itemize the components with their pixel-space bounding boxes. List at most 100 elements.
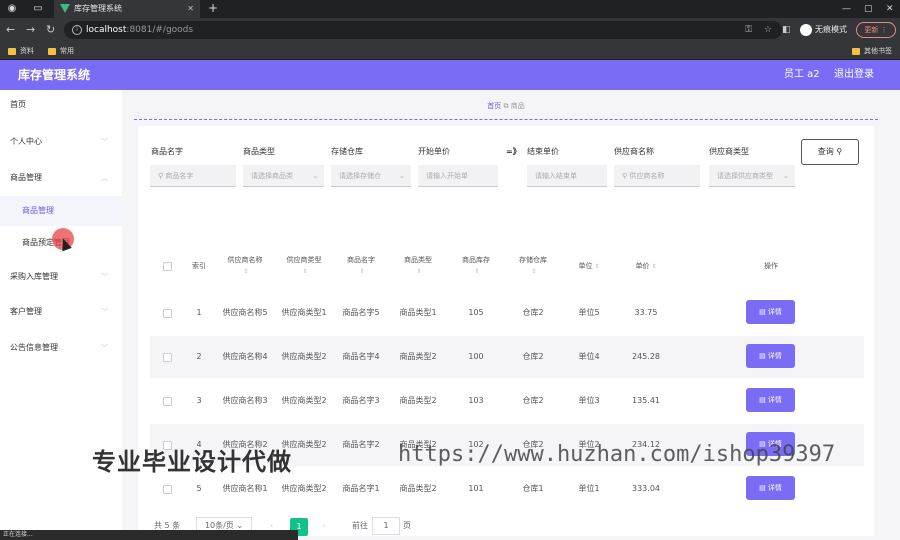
search-icon: ⚲ — [836, 147, 843, 156]
maximize-icon[interactable]: ▢ — [864, 0, 873, 18]
other-bookmarks[interactable]: 其他书签 — [852, 45, 892, 57]
sidebar-item-personal[interactable]: 个人中心 ﹀ — [0, 127, 122, 157]
sidebar-item-notice[interactable]: 公告信息管理 ﹀ — [0, 333, 122, 363]
sort-icon[interactable]: ⇕ — [416, 266, 421, 277]
sort-icon[interactable]: ⇕ — [302, 266, 307, 277]
site-info-icon[interactable]: i — [72, 25, 82, 35]
sort-icon[interactable]: ⇕ — [359, 266, 364, 277]
cell-goods-type: 商品类型2 — [399, 352, 437, 361]
cell-stock: 105 — [468, 308, 484, 317]
goods-name-placeholder: 商品名字 — [165, 172, 194, 180]
query-label: 查询 — [817, 147, 834, 156]
app-title: 库存管理系统 — [18, 68, 91, 82]
browser-tab[interactable]: 库存管理系统 ✕ — [54, 0, 200, 18]
row-checkbox[interactable] — [163, 353, 172, 362]
chevron-up-icon: ︿ — [101, 174, 108, 182]
window-close-icon[interactable]: ✕ — [886, 0, 894, 18]
breadcrumb-home[interactable]: 首页 — [487, 102, 501, 110]
warehouse-select[interactable]: 请选择存储仓 ⌄ — [331, 165, 411, 187]
chevron-down-icon: ﹀ — [101, 344, 108, 352]
incognito-indicator[interactable]: 无痕模式 — [800, 22, 847, 38]
col-goods-name[interactable]: 商品名字 ⇕ — [334, 244, 388, 288]
supplier-type-select[interactable]: 请选择供应商类型 ⌄ — [709, 165, 795, 187]
select-all-checkbox[interactable] — [163, 262, 172, 271]
cell-goods-name: 商品名字1 — [342, 484, 380, 493]
cell-goods-name: 商品名字2 — [342, 440, 380, 449]
watermark-text: 专业毕业设计代做 — [92, 448, 292, 476]
sort-icon[interactable]: ⇕ — [531, 266, 536, 277]
goods-type-select[interactable]: 请选择商品类 ⌄ — [243, 165, 324, 187]
reload-icon[interactable]: ↻ — [46, 23, 55, 37]
sort-icon[interactable]: ⇕ — [474, 266, 479, 277]
tab-window-icon[interactable]: ▭ — [32, 3, 44, 15]
sidebar-toggle-icon[interactable]: ◧ — [782, 23, 791, 37]
incognito-avatar-icon — [800, 23, 812, 36]
update-button[interactable]: 更新 ⋮ — [856, 22, 896, 38]
cell-unit: 单位3 — [578, 396, 600, 405]
query-button[interactable]: 查询 ⚲ — [801, 139, 859, 165]
forward-icon[interactable]: → — [26, 23, 35, 37]
sidebar-item-goods[interactable]: 商品管理 — [0, 196, 122, 226]
end-price-placeholder: 请输入结束单 — [535, 172, 577, 180]
supplier-name-input[interactable]: ⚲ 供应商名称 — [614, 165, 700, 187]
next-page-icon[interactable]: › — [322, 518, 325, 534]
bookmark-label: 资料 — [20, 47, 34, 55]
bookmark-folder-changyong[interactable]: 常用 — [48, 45, 74, 57]
cell-goods-type: 商品类型1 — [399, 308, 437, 317]
sort-icon[interactable]: ⇕ — [243, 266, 248, 277]
close-tab-icon[interactable]: ✕ — [187, 0, 194, 18]
row-checkbox[interactable] — [163, 397, 172, 406]
start-price-input[interactable]: 请输入开始单 — [418, 165, 498, 187]
col-unit[interactable]: 单位 ⇕ — [566, 244, 612, 288]
row-checkbox[interactable] — [163, 485, 172, 494]
bookmark-star-icon[interactable]: ☆ — [764, 21, 772, 39]
back-icon[interactable]: ← — [6, 23, 15, 37]
cell-index: 3 — [196, 396, 202, 405]
detail-button[interactable]: ▤ 详情 — [746, 344, 795, 368]
new-tab-icon[interactable]: + — [208, 0, 218, 17]
detail-button[interactable]: ▤ 详情 — [746, 476, 795, 500]
supplier-name-placeholder: 供应商名称 — [629, 172, 665, 180]
logout-link[interactable]: 退出登录 — [834, 60, 874, 90]
sidebar-item-customer[interactable]: 客户管理 ﹀ — [0, 297, 122, 327]
detail-button[interactable]: ▤ 详情 — [746, 388, 795, 412]
url-field[interactable]: i localhost:8081/#/goods ⚿ ☆ — [64, 21, 782, 39]
vue-logo-icon — [60, 4, 70, 13]
minimize-icon[interactable]: — — [842, 0, 851, 18]
row-checkbox[interactable] — [163, 309, 172, 318]
start-price-placeholder: 请输入开始单 — [426, 172, 468, 180]
detail-button[interactable]: ▤ 详情 — [746, 300, 795, 324]
col-stock[interactable]: 商品库存 ⇕ — [450, 244, 502, 288]
folder-icon — [852, 47, 860, 55]
header-label: 商品名字 — [347, 256, 375, 264]
bookmark-folder-ziliao[interactable]: 资料 — [8, 45, 34, 57]
current-user[interactable]: 员工 a2 — [784, 60, 820, 90]
sort-icon[interactable]: ⇕ — [594, 261, 599, 272]
cell-supplier-type: 供应商类型2 — [281, 396, 327, 405]
goto-page-value: 1 — [383, 521, 389, 530]
sidebar-item-goods-group[interactable]: 商品管理 ︿ — [0, 163, 122, 193]
detail-label: 详情 — [767, 308, 782, 316]
col-price[interactable]: 单价 ⇕ — [620, 244, 672, 288]
sidebar-item-purchase[interactable]: 采购入库管理 ﹀ — [0, 262, 122, 292]
col-goods-type[interactable]: 商品类型 ⇕ — [390, 244, 446, 288]
col-supplier-name[interactable]: 供应商名称 ⇕ — [218, 244, 272, 288]
cell-warehouse: 仓库2 — [522, 352, 544, 361]
browser-menu-icon[interactable]: ◉ — [6, 3, 18, 15]
end-price-input[interactable]: 请输入结束单 — [527, 165, 607, 187]
sidebar-item-home[interactable]: 首页 — [0, 90, 122, 120]
goto-page-input[interactable]: 1 — [372, 517, 400, 535]
cell-goods-name: 商品名字4 — [342, 352, 380, 361]
key-icon[interactable]: ⚿ — [745, 21, 752, 39]
cell-price: 245.28 — [632, 352, 660, 361]
cell-unit: 单位5 — [578, 308, 600, 317]
sort-icon[interactable]: ⇕ — [651, 261, 656, 272]
col-warehouse[interactable]: 存储仓库 ⇕ — [506, 244, 560, 288]
cell-stock: 100 — [468, 352, 484, 361]
col-supplier-type[interactable]: 供应商类型 ⇕ — [276, 244, 332, 288]
goods-name-input[interactable]: ⚲ 商品名字 — [150, 165, 236, 187]
goods-type-placeholder: 请选择商品类 — [251, 172, 293, 180]
cell-unit: 单位4 — [578, 352, 600, 361]
cell-warehouse: 仓库2 — [522, 396, 544, 405]
cell-index: 2 — [196, 352, 202, 361]
